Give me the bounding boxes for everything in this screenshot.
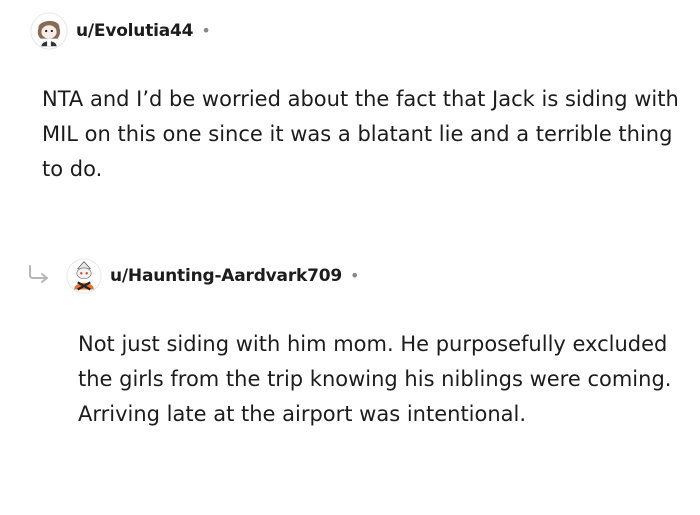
comment-header: u/Evolutia44 • — [30, 12, 211, 50]
reply-author[interactable]: u/Haunting-Aardvark709 — [110, 266, 342, 286]
reply-header: u/Haunting-Aardvark709 • — [66, 258, 359, 294]
snoo-avatar-icon[interactable] — [66, 258, 102, 294]
reply-arrow-icon — [29, 265, 48, 283]
snoo-avatar-icon[interactable] — [30, 12, 68, 50]
comment-body: NTA and I’d be worried about the fact th… — [42, 87, 679, 181]
comment-author[interactable]: u/Evolutia44 — [76, 21, 194, 41]
reply-body: Not just siding with him mom. He purpose… — [78, 332, 672, 426]
separator-dot: • — [201, 21, 211, 40]
separator-dot: • — [350, 266, 360, 285]
